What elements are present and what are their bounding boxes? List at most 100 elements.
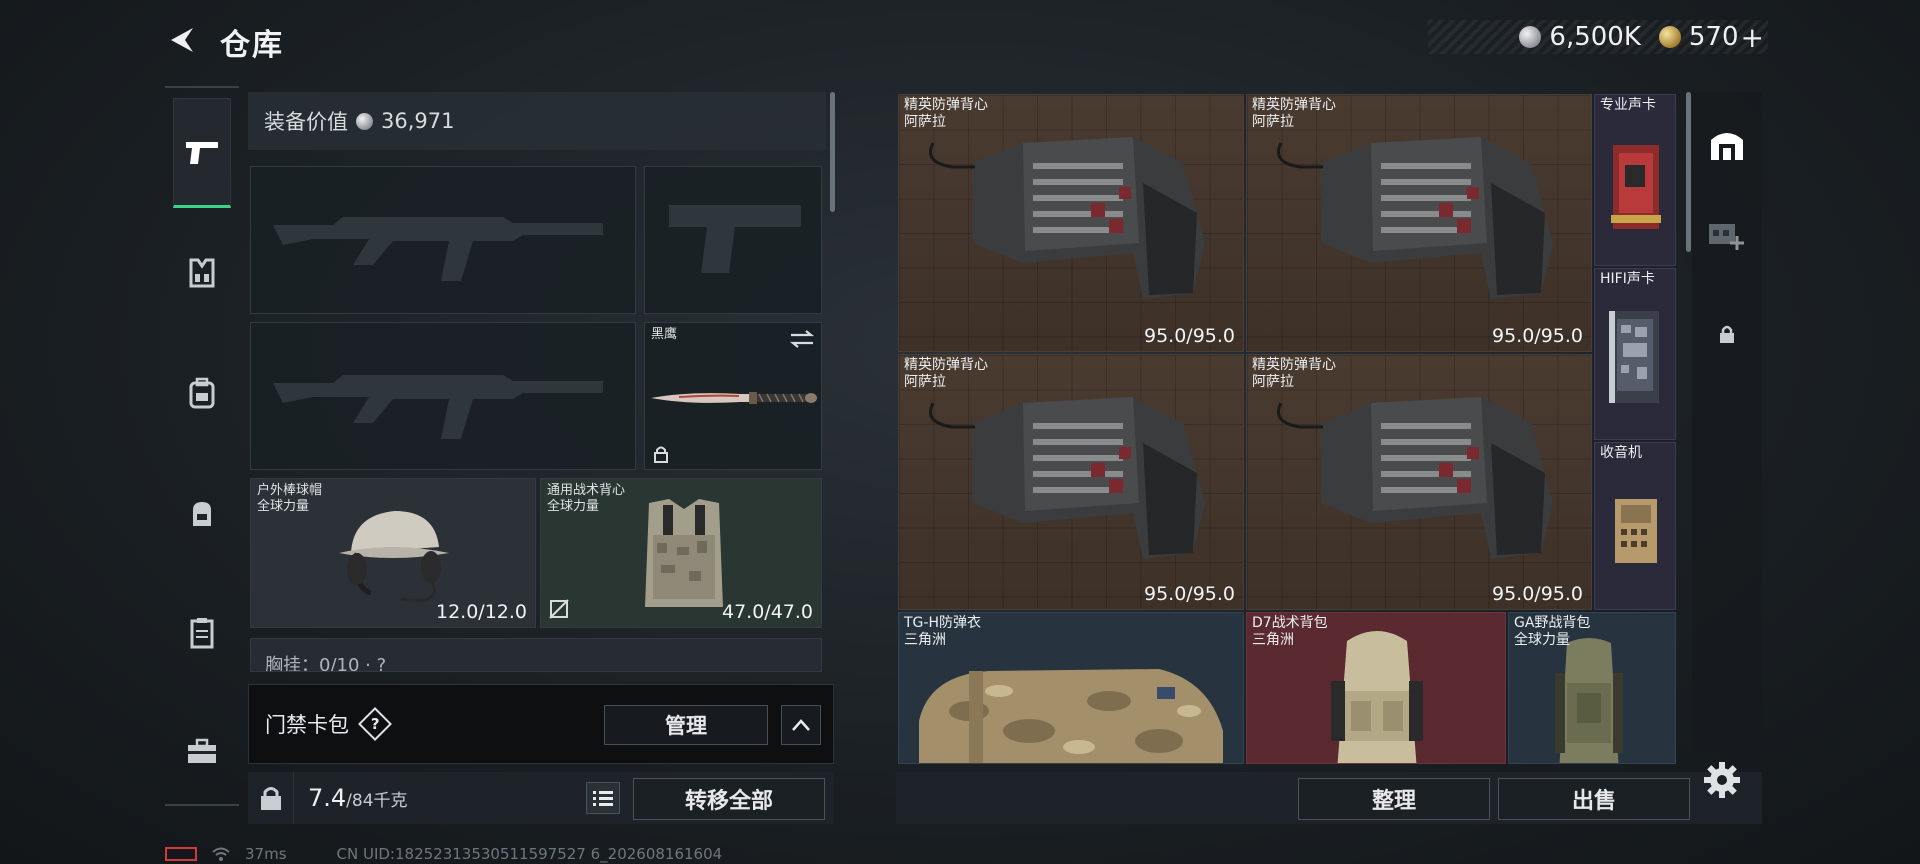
d7-backpack-icon bbox=[1331, 631, 1423, 763]
item-label: 精英防弹背心 阿萨拉 bbox=[904, 97, 988, 131]
equipment-scrollbar[interactable] bbox=[830, 92, 835, 212]
sort-button[interactable]: 整理 bbox=[1298, 778, 1490, 820]
storage-item-vest-3[interactable]: 精英防弹背心 阿萨拉 95.0/95.0 bbox=[898, 354, 1244, 610]
cap-headset-icon bbox=[339, 511, 449, 603]
melee-slot[interactable]: 黑鹰 bbox=[644, 322, 822, 470]
item-label: TG-H防弹衣 三角洲 bbox=[904, 615, 981, 649]
storage-item-sound-card[interactable]: 专业声卡 bbox=[1594, 94, 1676, 266]
status-bar: 37ms CN UID:18252313530511597527 6_20260… bbox=[165, 844, 722, 864]
rifle-silhouette-icon bbox=[273, 375, 603, 439]
pistol-icon bbox=[186, 142, 218, 164]
storage-item-vest-4[interactable]: 精英防弹背心 阿萨拉 95.0/95.0 bbox=[1246, 354, 1592, 610]
help-icon[interactable]: ? bbox=[358, 707, 392, 741]
storage-item-tgh-armor[interactable]: TG-H防弹衣 三角洲 bbox=[898, 612, 1244, 764]
helmet-label: 户外棒球帽 全球力量 bbox=[257, 483, 322, 515]
gold-currency: 570 + bbox=[1658, 21, 1764, 54]
storage-tab-main[interactable] bbox=[1703, 120, 1751, 168]
sell-button[interactable]: 出售 bbox=[1498, 778, 1690, 820]
chest-rig-row[interactable]: 胸挂：0/10 · ? bbox=[250, 638, 822, 672]
wifi-icon bbox=[212, 847, 230, 861]
rail-item-chest-rig[interactable] bbox=[173, 218, 231, 328]
transfer-all-button[interactable]: 转移全部 bbox=[633, 778, 825, 820]
weight-current: 7.4 bbox=[308, 784, 347, 812]
add-currency-button[interactable]: + bbox=[1741, 21, 1764, 54]
lock-icon bbox=[1720, 325, 1734, 343]
hifi-card-icon bbox=[1609, 311, 1659, 403]
list-view-button[interactable] bbox=[586, 782, 620, 814]
item-name: 专业声卡 bbox=[1600, 97, 1656, 113]
rail-item-case[interactable] bbox=[173, 578, 231, 688]
toolbox-icon bbox=[188, 738, 216, 763]
item-name: 精英防弹背心 bbox=[1252, 357, 1336, 373]
bag-icon bbox=[193, 502, 211, 526]
cardpack-label: 门禁卡包 bbox=[265, 713, 349, 737]
silver-coin-icon bbox=[356, 112, 373, 130]
item-source: 三角洲 bbox=[1252, 632, 1294, 648]
storage-item-vest-2[interactable]: 精英防弹背心 阿萨拉 95.0/95.0 bbox=[1246, 94, 1592, 352]
storage-action-bar: 整理 出售 bbox=[896, 772, 1762, 824]
storage-item-hifi-sound-card[interactable]: HIFI声卡 bbox=[1594, 268, 1676, 440]
secondary-weapon-slot[interactable] bbox=[644, 166, 822, 314]
storage-tab-add[interactable] bbox=[1703, 210, 1751, 258]
elite-vest-icon bbox=[929, 397, 1205, 559]
storage-item-ga-backpack[interactable]: GA野战背包 全球力量 bbox=[1508, 612, 1676, 764]
armor-durability: 47.0/47.0 bbox=[721, 601, 813, 623]
gold-coin-icon bbox=[1658, 26, 1681, 48]
storage-item-radio[interactable]: 收音机 bbox=[1594, 442, 1676, 610]
equipment-panel: 装备价值 36,971 黑鹰 户外棒球帽 全球力量 12.0/12.0 通用战术… bbox=[248, 92, 834, 672]
primary-weapon-slot-2[interactable] bbox=[250, 322, 636, 470]
item-name: D7战术背包 bbox=[1252, 615, 1328, 631]
radio-icon bbox=[1615, 499, 1657, 563]
silver-amount: 6,500K bbox=[1549, 22, 1641, 52]
helmet-source: 全球力量 bbox=[257, 499, 310, 514]
item-durability: 95.0/95.0 bbox=[1143, 325, 1235, 347]
item-durability: 95.0/95.0 bbox=[1491, 325, 1583, 347]
storage-grid: 精英防弹背心 阿萨拉 95.0/95.0 精英防弹背心 阿萨拉 95.0/95.… bbox=[896, 92, 1676, 766]
weight-bar: 7.4/84千克 转移全部 bbox=[248, 772, 834, 824]
item-name: 精英防弹背心 bbox=[904, 97, 988, 113]
silver-coin-icon bbox=[1519, 26, 1542, 48]
item-durability: 95.0/95.0 bbox=[1143, 583, 1235, 605]
weight-readout: 7.4/84千克 bbox=[308, 784, 408, 812]
armor-slot[interactable]: 通用战术背心 全球力量 47.0/47.0 bbox=[540, 478, 822, 628]
primary-weapon-slot-1[interactable] bbox=[250, 166, 636, 314]
add-storage-icon bbox=[1709, 224, 1744, 250]
silver-currency: 6,500K bbox=[1519, 22, 1641, 52]
no-insurance-icon bbox=[549, 599, 569, 619]
elite-vest-icon bbox=[1277, 397, 1553, 559]
rail-item-toolbox[interactable] bbox=[173, 696, 231, 806]
storage-item-vest-1[interactable]: 精英防弹背心 阿萨拉 95.0/95.0 bbox=[898, 94, 1244, 352]
helmet-name: 户外棒球帽 bbox=[257, 483, 323, 498]
chevron-up-icon bbox=[792, 719, 810, 731]
settings-button[interactable] bbox=[1702, 760, 1746, 804]
case-icon bbox=[190, 618, 214, 649]
weight-max: /84千克 bbox=[346, 791, 408, 811]
item-name: 精英防弹背心 bbox=[1252, 97, 1336, 113]
equipment-value: 装备价值 36,971 bbox=[248, 92, 826, 150]
collapse-button[interactable] bbox=[781, 705, 821, 745]
rail-item-backpack[interactable] bbox=[173, 458, 231, 568]
back-button[interactable] bbox=[163, 22, 203, 58]
weight-lock[interactable] bbox=[248, 772, 294, 824]
rifle-silhouette-icon bbox=[273, 217, 603, 281]
item-name: HIFI声卡 bbox=[1600, 271, 1655, 287]
list-icon bbox=[593, 791, 613, 806]
back-arrow-icon bbox=[171, 28, 193, 52]
armor-name: 通用战术背心 bbox=[547, 483, 626, 498]
item-label: 精英防弹背心 阿萨拉 bbox=[1252, 97, 1336, 131]
item-source: 阿萨拉 bbox=[1252, 114, 1294, 130]
armor-source: 全球力量 bbox=[547, 499, 600, 514]
rail-item-weapons[interactable] bbox=[173, 98, 231, 208]
storage-item-d7-backpack[interactable]: D7战术背包 三角洲 bbox=[1246, 612, 1506, 764]
helmet-slot[interactable]: 户外棒球帽 全球力量 12.0/12.0 bbox=[250, 478, 536, 628]
item-name: 精英防弹背心 bbox=[904, 357, 988, 373]
storage-tab-locked[interactable] bbox=[1703, 310, 1751, 358]
rail-item-armor[interactable] bbox=[173, 338, 231, 448]
storage-scrollbar[interactable] bbox=[1686, 92, 1691, 252]
warehouse-icon bbox=[1711, 133, 1743, 160]
melee-name: 黑鹰 bbox=[651, 327, 678, 342]
manage-button[interactable]: 管理 bbox=[604, 705, 768, 745]
swap-icon[interactable] bbox=[789, 329, 815, 349]
armor-label: 通用战术背心 全球力量 bbox=[547, 483, 625, 515]
item-durability: 95.0/95.0 bbox=[1491, 583, 1583, 605]
